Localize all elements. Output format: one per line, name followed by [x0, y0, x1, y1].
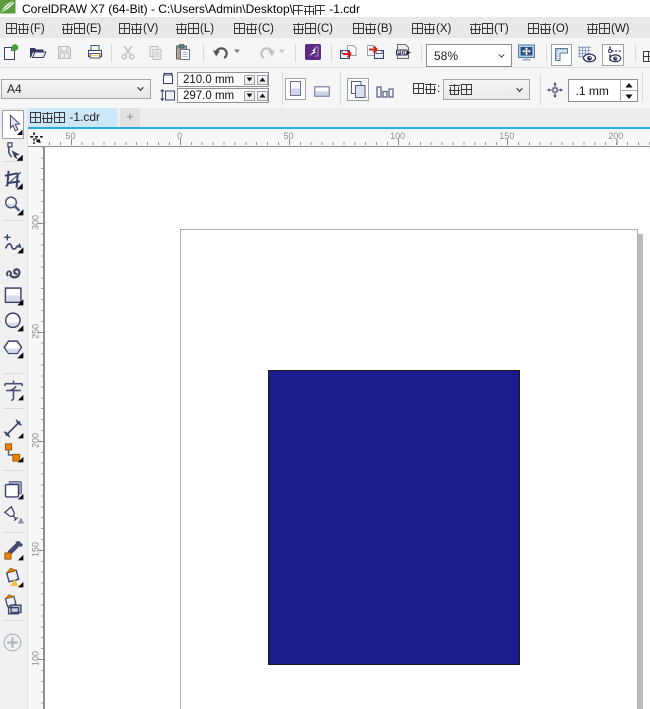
svg-text:PDF: PDF [397, 50, 408, 56]
